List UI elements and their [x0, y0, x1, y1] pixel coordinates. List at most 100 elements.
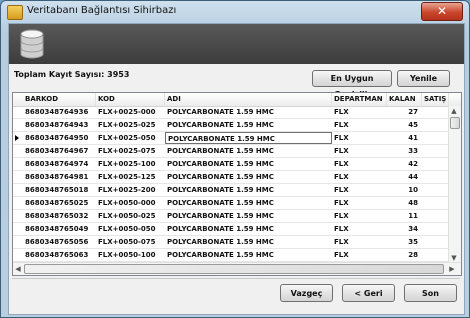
cell-departman[interactable]: FLX — [332, 236, 387, 248]
cell-departman[interactable]: FLX — [332, 106, 387, 118]
cell-satis-fiyat[interactable] — [422, 249, 449, 261]
cell-barkod[interactable]: 8680348764981 — [23, 171, 96, 183]
column-header-adi[interactable]: ADI — [165, 93, 332, 106]
cell-kalan[interactable]: 42 — [387, 158, 422, 170]
cell-kod[interactable]: FLX+0025-200 — [96, 184, 165, 196]
cell-barkod[interactable]: 8680348765025 — [23, 197, 96, 209]
cell-departman[interactable]: FLX — [332, 171, 387, 183]
cell-kod[interactable]: FLX+0025-050 — [96, 132, 165, 144]
cell-barkod[interactable]: 8680348765056 — [23, 236, 96, 248]
cell-barkod[interactable]: 8680348764967 — [23, 145, 96, 157]
cell-adi[interactable]: POLYCARBONATE 1.59 HMC — [165, 236, 332, 248]
cell-kalan[interactable]: 10 — [387, 184, 422, 196]
cell-departman[interactable]: FLX — [332, 119, 387, 131]
cell-barkod[interactable]: 8680348764974 — [23, 158, 96, 170]
scroll-left-arrow-icon[interactable]: ◀ — [13, 264, 23, 274]
cell-adi[interactable]: POLYCARBONATE 1.59 HMC — [165, 132, 332, 144]
cell-kod[interactable]: FLX+0050-075 — [96, 236, 165, 248]
column-header-kod[interactable]: KOD — [96, 93, 165, 106]
cell-departman[interactable]: FLX — [332, 223, 387, 235]
vertical-scrollbar[interactable]: ▲ ▼ — [448, 106, 461, 263]
cell-barkod[interactable]: 8680348765063 — [23, 249, 96, 261]
cell-barkod[interactable]: 8680348764943 — [23, 119, 96, 131]
cell-adi[interactable]: POLYCARBONATE 1.59 HMC — [165, 158, 332, 170]
cell-kalan[interactable]: 48 — [387, 197, 422, 209]
table-row[interactable]: 8680348765063 FLX+0050-100 POLYCARBONATE 1… — [13, 249, 461, 262]
cell-adi[interactable]: POLYCARBONATE 1.59 HMC — [165, 119, 332, 131]
cell-departman[interactable]: FLX — [332, 210, 387, 222]
horizontal-scroll-thumb[interactable] — [24, 264, 444, 274]
cell-adi[interactable]: POLYCARBONATE 1.59 HMC — [165, 171, 332, 183]
horizontal-scrollbar[interactable]: ◀ ▶ — [13, 262, 461, 275]
table-row[interactable]: 8680348765018 FLX+0025-200 POLYCARBONATE 1… — [13, 184, 461, 197]
cell-kalan[interactable]: 44 — [387, 171, 422, 183]
cell-satis-fiyat[interactable] — [422, 119, 449, 131]
cell-satis-fiyat[interactable] — [422, 106, 449, 118]
scroll-up-arrow-icon[interactable]: ▲ — [449, 106, 459, 116]
cell-kalan[interactable]: 33 — [387, 145, 422, 157]
cell-kod[interactable]: FLX+0050-050 — [96, 223, 165, 235]
cell-kod[interactable]: FLX+0025-075 — [96, 145, 165, 157]
cell-barkod[interactable]: 8680348765049 — [23, 223, 96, 235]
cell-barkod[interactable]: 8680348764936 — [23, 106, 96, 118]
column-header-satis-fiyat[interactable]: SATIŞ FİYAT — [422, 93, 449, 106]
cell-satis-fiyat[interactable] — [422, 145, 449, 157]
cell-kalan[interactable]: 27 — [387, 106, 422, 118]
cell-departman[interactable]: FLX — [332, 158, 387, 170]
column-header-barkod[interactable]: BARKOD — [23, 93, 96, 106]
cell-kod[interactable]: FLX+0025-025 — [96, 119, 165, 131]
cell-satis-fiyat[interactable] — [422, 184, 449, 196]
cell-satis-fiyat[interactable] — [422, 210, 449, 222]
table-row[interactable]: 8680348764943 FLX+0025-025 POLYCARBONATE 1… — [13, 119, 461, 132]
cell-departman[interactable]: FLX — [332, 197, 387, 209]
cell-barkod[interactable]: 8680348765018 — [23, 184, 96, 196]
cell-kod[interactable]: FLX+0050-000 — [96, 197, 165, 209]
cell-kalan[interactable]: 28 — [387, 249, 422, 261]
finish-button[interactable]: Son — [404, 284, 457, 302]
records-grid[interactable]: BARKOD KOD ADI DEPARTMAN KALAN SATIŞ FİY… — [12, 92, 462, 276]
cell-adi[interactable]: POLYCARBONATE 1.59 HMC — [165, 223, 332, 235]
cell-kalan[interactable]: 45 — [387, 119, 422, 131]
table-row[interactable]: 8680348765049 FLX+0050-050 POLYCARBONATE 1… — [13, 223, 461, 236]
cell-kod[interactable]: FLX+0025-100 — [96, 158, 165, 170]
cell-satis-fiyat[interactable] — [422, 236, 449, 248]
close-button[interactable]: ✕ — [421, 2, 463, 21]
cell-kod[interactable]: FLX+0025-125 — [96, 171, 165, 183]
cell-adi[interactable]: POLYCARBONATE 1.59 HMC — [165, 197, 332, 209]
table-row[interactable]: 8680348764974 FLX+0025-100 POLYCARBONATE 1… — [13, 158, 461, 171]
cell-departman[interactable]: FLX — [332, 249, 387, 261]
cell-departman[interactable]: FLX — [332, 184, 387, 196]
cell-barkod[interactable]: 8680348765032 — [23, 210, 96, 222]
cell-kod[interactable]: FLX+0050-025 — [96, 210, 165, 222]
cell-satis-fiyat[interactable] — [422, 171, 449, 183]
table-row[interactable]: 8680348764967 FLX+0025-075 POLYCARBONATE 1… — [13, 145, 461, 158]
cell-adi[interactable]: POLYCARBONATE 1.59 HMC — [165, 210, 332, 222]
cell-satis-fiyat[interactable] — [422, 223, 449, 235]
title-bar[interactable]: Veritabanı Bağlantısı Sihirbazı ✕ — [1, 1, 469, 23]
cell-kod[interactable]: FLX+0050-100 — [96, 249, 165, 261]
table-row[interactable]: 8680348764950 FLX+0025-050 POLYCARBONATE 1… — [13, 132, 461, 145]
cell-kalan[interactable]: 35 — [387, 236, 422, 248]
cell-kalan[interactable]: 34 — [387, 223, 422, 235]
cell-kod[interactable]: FLX+0025-000 — [96, 106, 165, 118]
cell-satis-fiyat[interactable] — [422, 197, 449, 209]
cell-departman[interactable]: FLX — [332, 132, 387, 144]
best-width-button[interactable]: En Uygun Genişlik — [312, 70, 392, 99]
cell-adi[interactable]: POLYCARBONATE 1.59 HMC — [165, 184, 332, 196]
column-header-departman[interactable]: DEPARTMAN — [332, 93, 387, 106]
table-row[interactable]: 8680348765025 FLX+0050-000 POLYCARBONATE 1… — [13, 197, 461, 210]
table-row[interactable]: 8680348765056 FLX+0050-075 POLYCARBONATE 1… — [13, 236, 461, 249]
cancel-button[interactable]: Vazgeç — [280, 284, 333, 302]
refresh-button[interactable]: Yenile — [397, 70, 450, 87]
vertical-scroll-thumb[interactable] — [450, 117, 460, 129]
column-header-kalan[interactable]: KALAN — [387, 93, 422, 106]
cell-adi[interactable]: POLYCARBONATE 1.59 HMC — [165, 106, 332, 118]
cell-adi[interactable]: POLYCARBONATE 1.59 HMC — [165, 249, 332, 261]
scroll-right-arrow-icon[interactable]: ▶ — [447, 264, 457, 274]
cell-kalan[interactable]: 41 — [387, 132, 422, 144]
cell-satis-fiyat[interactable] — [422, 158, 449, 170]
cell-satis-fiyat[interactable] — [422, 132, 449, 144]
table-row[interactable]: 8680348764981 FLX+0025-125 POLYCARBONATE 1… — [13, 171, 461, 184]
cell-barkod[interactable]: 8680348764950 — [23, 132, 96, 144]
cell-adi[interactable]: POLYCARBONATE 1.59 HMC — [165, 145, 332, 157]
